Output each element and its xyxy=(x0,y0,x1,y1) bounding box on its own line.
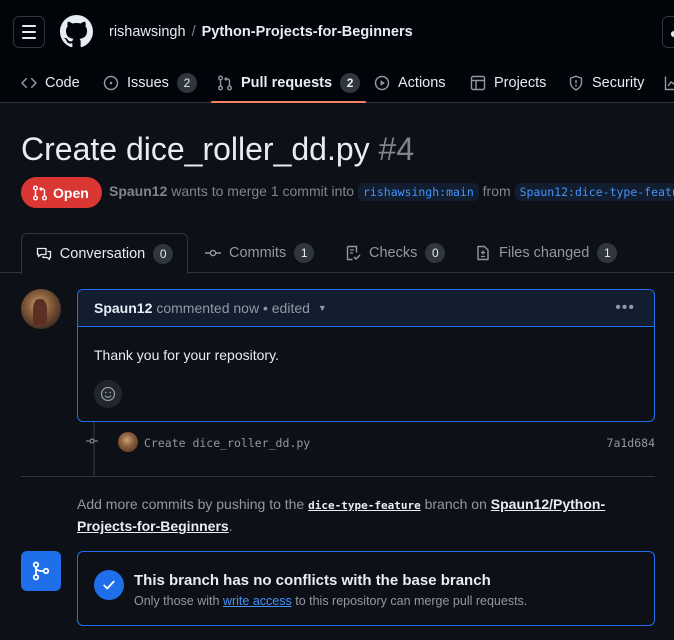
push-branch-link[interactable]: dice-type-feature xyxy=(308,499,421,512)
tab-insights[interactable] xyxy=(664,62,674,103)
hamburger-icon xyxy=(22,23,36,41)
tab-commits[interactable]: Commits 1 xyxy=(205,233,315,273)
issues-count-badge: 2 xyxy=(176,72,197,93)
merge-sub-prefix: Only those with xyxy=(134,594,220,608)
commit-author-avatar[interactable] xyxy=(118,432,138,452)
repo-name-link[interactable]: Python-Projects-for-Beginners xyxy=(202,24,413,40)
tab-issues-label: Issues xyxy=(127,74,169,91)
push-commits-note: Add more commits by pushing to the dice-… xyxy=(77,494,637,537)
push-note-middle: branch on xyxy=(424,496,487,512)
copilot-icon: ◖ xyxy=(668,25,674,41)
code-icon xyxy=(21,77,37,88)
comment-author-link[interactable]: Spaun12 xyxy=(94,300,152,316)
tab-commits-label: Commits xyxy=(229,245,287,261)
tab-security[interactable]: Security xyxy=(568,62,644,103)
play-icon xyxy=(374,75,390,90)
tab-files-changed-label: Files changed xyxy=(499,245,590,261)
commit-message-link[interactable]: Create dice_roller_dd.py xyxy=(144,436,310,450)
push-note-prefix: Add more commits by pushing to the xyxy=(77,496,305,512)
comment-discussion-icon xyxy=(36,247,51,261)
comment-meta[interactable]: commented now • edited xyxy=(156,300,310,316)
tab-code-label: Code xyxy=(45,74,80,91)
commit-sha-link[interactable]: 7a1d684 xyxy=(607,436,655,450)
tab-projects[interactable]: Projects xyxy=(470,62,546,103)
repo-nav: Code Issues 2 Pull requests 2 Actions Pr… xyxy=(0,62,674,103)
tab-pull-requests[interactable]: Pull requests 2 xyxy=(210,62,367,103)
tab-pull-requests-label: Pull requests xyxy=(241,74,333,91)
github-logo-icon[interactable] xyxy=(60,15,93,48)
pr-title-text: Create dice_roller_dd.py xyxy=(21,131,370,167)
breadcrumb: rishawsingh / Python-Projects-for-Beginner… xyxy=(109,24,413,40)
git-commit-icon xyxy=(86,438,98,444)
check-circle-icon xyxy=(94,570,124,600)
checklist-icon xyxy=(346,245,361,261)
tab-actions-label: Actions xyxy=(398,74,446,91)
comment-card: Spaun12 commented now • edited ▼ ••• Tha… xyxy=(77,289,655,422)
pr-number: #4 xyxy=(378,131,415,167)
pull-requests-count-badge: 2 xyxy=(340,72,361,93)
tab-files-changed[interactable]: Files changed 1 xyxy=(475,233,618,273)
chevron-down-icon[interactable]: ▼ xyxy=(318,303,327,313)
merge-status-icon-box xyxy=(21,551,61,591)
timeline-divider xyxy=(21,476,655,477)
page-title: Create dice_roller_dd.py #4 xyxy=(21,131,414,168)
kebab-horizontal-icon[interactable]: ••• xyxy=(615,299,635,317)
pr-meta: Spaun12 wants to merge 1 commit into ris… xyxy=(109,183,674,201)
pr-state-badge: Open xyxy=(21,177,102,208)
global-header: rishawsingh / Python-Projects-for-Beginner… xyxy=(0,0,674,103)
conversation-count-badge: 0 xyxy=(153,244,174,264)
tab-code[interactable]: Code xyxy=(21,62,80,103)
git-pull-request-icon xyxy=(218,75,232,90)
tab-actions[interactable]: Actions xyxy=(374,62,446,103)
tab-checks[interactable]: Checks 0 xyxy=(345,233,446,273)
write-access-link[interactable]: write access xyxy=(223,594,292,608)
checks-count-badge: 0 xyxy=(425,243,446,263)
hamburger-menu-button[interactable] xyxy=(13,16,45,48)
base-branch-label[interactable]: rishawsingh:main xyxy=(358,183,479,201)
table-icon xyxy=(470,75,486,90)
pr-author-link[interactable]: Spaun12 xyxy=(109,183,167,199)
commit-item: Create dice_roller_dd.py 7a1d684 xyxy=(85,432,655,454)
pr-from-text: from xyxy=(482,183,511,199)
git-pull-request-icon xyxy=(33,185,47,200)
merge-status-title: This branch has no conflicts with the ba… xyxy=(134,572,491,589)
files-changed-count-badge: 1 xyxy=(597,243,618,263)
copilot-button[interactable]: ◖ xyxy=(662,16,674,48)
smiley-icon xyxy=(100,386,116,402)
tab-conversation-label: Conversation xyxy=(59,246,146,262)
git-commit-icon xyxy=(205,249,221,257)
graph-icon xyxy=(664,76,674,90)
comment-header: Spaun12 commented now • edited ▼ ••• xyxy=(78,290,654,327)
git-merge-icon xyxy=(32,561,50,581)
add-reaction-button[interactable] xyxy=(94,380,122,408)
issue-opened-icon xyxy=(103,75,119,90)
head-branch-label[interactable]: Spaun12:dice-type-feature xyxy=(514,183,674,201)
tab-projects-label: Projects xyxy=(494,74,547,91)
repo-owner-link[interactable]: rishawsingh xyxy=(109,24,186,40)
tab-checks-label: Checks xyxy=(369,245,418,261)
pr-meta-text: wants to merge 1 commit into xyxy=(171,183,355,199)
breadcrumb-separator: / xyxy=(191,24,196,40)
file-diff-icon xyxy=(477,245,489,261)
pr-state-label: Open xyxy=(53,184,89,201)
author-avatar[interactable] xyxy=(21,289,61,329)
merge-status-subtitle: Only those with write access to this rep… xyxy=(134,594,527,608)
commits-count-badge: 1 xyxy=(294,243,315,263)
tab-conversation[interactable]: Conversation 0 xyxy=(21,233,188,274)
push-note-suffix: . xyxy=(228,518,233,534)
comment-body: Thank you for your repository. xyxy=(94,347,279,363)
shield-icon xyxy=(569,74,583,91)
tab-security-label: Security xyxy=(592,74,645,91)
merge-sub-suffix: to this repository can merge pull reques… xyxy=(295,594,528,608)
tab-issues[interactable]: Issues 2 xyxy=(103,62,197,103)
pr-tabs: Conversation 0 Commits 1 Checks 0 Files … xyxy=(0,233,674,274)
merge-status-box: This branch has no conflicts with the ba… xyxy=(77,551,655,626)
